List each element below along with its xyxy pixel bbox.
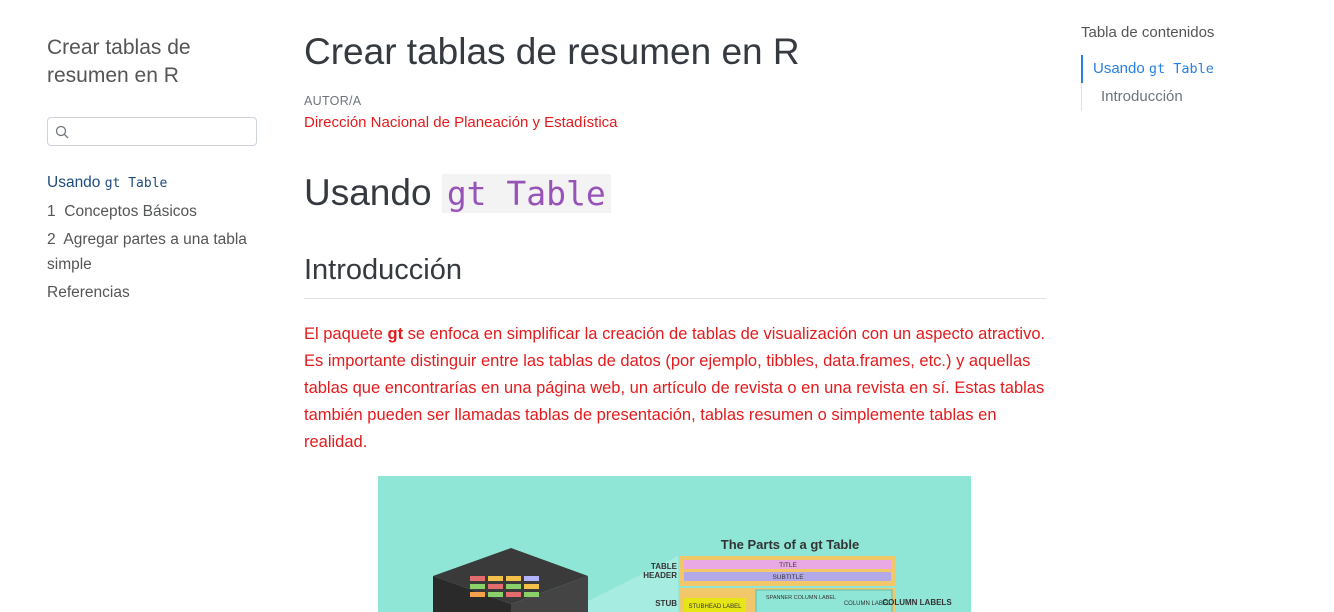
stubhead-label: STUBHEAD LABEL — [688, 604, 742, 610]
table-of-contents: Tabla de contenidos Usando gt Table Intr… — [1081, 24, 1311, 111]
sidebar-item-label: Agregar partes a una tabla simple — [47, 231, 247, 273]
toc-title: Tabla de contenidos — [1081, 24, 1215, 41]
sidebar-item-number: 1 — [47, 203, 56, 220]
spanner-label: SPANNER COLUMN LABEL — [766, 595, 836, 601]
toc-list: Usando gt Table Introducción — [1081, 55, 1311, 111]
author-value: Dirección Nacional de Planeación y Estad… — [304, 114, 618, 131]
sidebar: Crear tablas de resumen en R Usando gt T… — [47, 34, 259, 308]
sidebar-title[interactable]: Crear tablas de resumen en R — [47, 34, 259, 90]
figure-graphic: The Parts of a gt Table TABLE HEADER TIT… — [378, 476, 971, 612]
toc-item-usando-gt-table[interactable]: Usando gt Table — [1081, 55, 1311, 83]
column-labels-label: COLUMN LABELS — [882, 598, 952, 607]
search-box[interactable] — [47, 117, 257, 146]
sidebar-item-label: Referencias — [47, 284, 130, 301]
section-heading: Usando gt Table — [304, 169, 1046, 218]
table-header-label-2: HEADER — [643, 571, 677, 580]
page-title: Crear tablas de resumen en R — [304, 31, 800, 72]
package-name: gt — [387, 325, 404, 343]
sidebar-item-usando-gt-table[interactable]: Usando gt Table — [47, 170, 259, 196]
search-icon — [55, 125, 69, 139]
subtitle-label: SUBTITLE — [772, 574, 804, 581]
author-label: AUTOR/A — [304, 94, 362, 108]
sidebar-item-conceptos-basicos[interactable]: 1 Conceptos Básicos — [47, 199, 259, 224]
table-header-label: TABLE — [651, 562, 678, 571]
subsection-heading: Introducción — [304, 252, 1046, 299]
search-input[interactable] — [74, 122, 254, 144]
sidebar-item-number: 2 — [47, 231, 56, 248]
gt-table-parts-figure: The Parts of a gt Table TABLE HEADER TIT… — [378, 476, 971, 612]
sidebar-nav: Usando gt Table 1 Conceptos Básicos 2 Ag… — [47, 170, 259, 305]
sidebar-item-label: Conceptos Básicos — [64, 203, 197, 220]
intro-paragraph: El paquete gt se enfoca en simplificar l… — [304, 325, 1046, 451]
figure-title: The Parts of a gt Table — [721, 537, 859, 552]
section-heading-code: gt Table — [441, 174, 611, 213]
title-label: TITLE — [779, 562, 797, 569]
sidebar-item-agregar-partes[interactable]: 2 Agregar partes a una tabla simple — [47, 227, 259, 277]
main-content: Crear tablas de resumen en R AUTOR/A Dir… — [304, 28, 1046, 473]
sidebar-item-referencias[interactable]: Referencias — [47, 280, 259, 305]
toc-item-introduccion[interactable]: Introducción — [1082, 83, 1311, 111]
stub-head-label: STUB — [655, 599, 677, 608]
